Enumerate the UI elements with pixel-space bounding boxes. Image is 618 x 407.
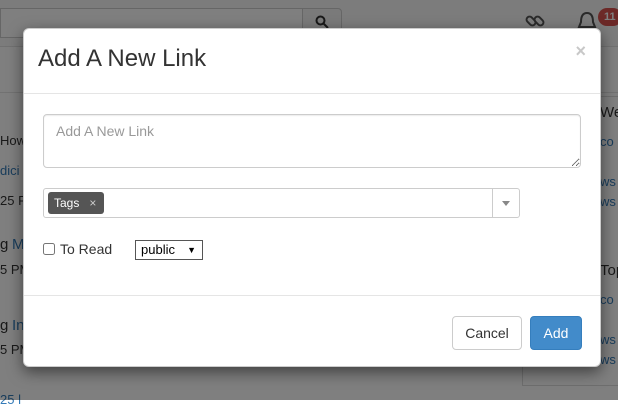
to-read-option[interactable]: To Read xyxy=(43,241,112,257)
modal-title: Add A New Link xyxy=(38,45,207,72)
close-button[interactable]: × xyxy=(575,41,586,61)
caret-down-icon xyxy=(502,200,510,206)
tags-input[interactable]: Tags × xyxy=(43,188,520,218)
tag-chip: Tags × xyxy=(48,192,105,214)
cancel-button[interactable]: Cancel xyxy=(452,316,522,350)
modal-footer: Cancel Add xyxy=(24,295,600,368)
to-read-checkbox[interactable] xyxy=(43,243,55,255)
tag-label: Tags xyxy=(54,196,80,210)
tags-dropdown-toggle[interactable] xyxy=(492,189,519,217)
add-link-modal: Add A New Link × Tags × To Read public ▼… xyxy=(23,28,601,367)
select-caret-icon: ▼ xyxy=(187,245,196,255)
modal-header: Add A New Link × xyxy=(24,29,600,94)
to-read-label: To Read xyxy=(60,241,113,257)
visibility-value: public xyxy=(141,242,175,257)
link-input[interactable] xyxy=(43,114,581,168)
add-button[interactable]: Add xyxy=(530,316,582,350)
visibility-select[interactable]: public ▼ xyxy=(135,240,203,260)
tag-remove-icon[interactable]: × xyxy=(89,192,96,214)
